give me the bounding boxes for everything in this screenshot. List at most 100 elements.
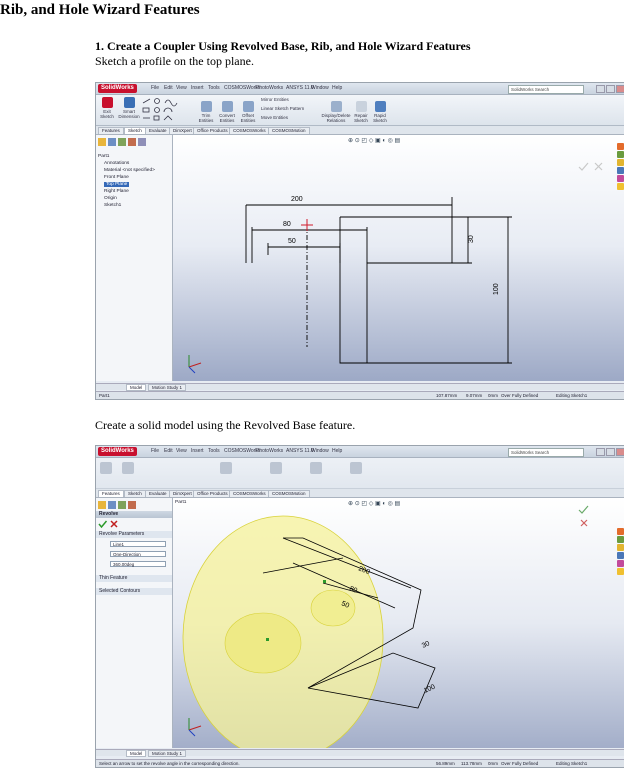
menu-window[interactable]: Window: [311, 448, 329, 454]
maximize-button[interactable]: [606, 85, 615, 93]
menu-ansys[interactable]: ANSYS 11.0: [286, 448, 314, 454]
thin-feature-section[interactable]: Thin Feature: [96, 575, 172, 582]
menu-help[interactable]: Help: [332, 85, 342, 91]
status-y: 9.07mm: [466, 393, 483, 398]
status-z: 0mm: [488, 761, 498, 766]
tab-features[interactable]: Features: [98, 127, 124, 134]
revolve-parameters-section[interactable]: Revolve Parameters: [96, 531, 172, 538]
tree-item-origin[interactable]: Origin: [98, 195, 155, 202]
status-filename: Part1: [99, 393, 110, 398]
tree-item-annotations[interactable]: Annotations: [98, 160, 155, 167]
tab-office-products[interactable]: Office Products: [193, 127, 232, 134]
status-message: Select an arrow to set the revolve angle…: [99, 761, 240, 766]
smart-dimension-button[interactable]: Smart Dimension: [118, 97, 140, 119]
menu-view[interactable]: View: [176, 85, 187, 91]
axis-of-revolution-field[interactable]: Line1: [110, 541, 166, 547]
rapid-sketch-button[interactable]: Rapid Sketch: [371, 101, 389, 123]
graphics-area[interactable]: ⊕ ⊙ ◰ ◇ ▣ ◐ ◎ ▤ 200 80 50 30 100: [173, 135, 624, 381]
menu-insert[interactable]: Insert: [191, 448, 204, 454]
tab-motion-study[interactable]: Motion Study 1: [148, 750, 187, 757]
search-input[interactable]: SolidWorks Search: [508, 85, 584, 94]
tree-item-right-plane[interactable]: Right Plane: [98, 188, 155, 195]
exit-sketch-button[interactable]: Exit Sketch: [98, 97, 116, 119]
status-bar: Part1 107.87mm 9.07mm 0mm Over Fully Def…: [96, 391, 624, 399]
menu-edit[interactable]: Edit: [164, 85, 173, 91]
convert-entities-button[interactable]: Convert Entities: [216, 101, 238, 123]
tab-cosmosmotion[interactable]: COSMOSMotion: [268, 127, 310, 134]
menu-window[interactable]: Window: [311, 85, 329, 91]
menu-view[interactable]: View: [176, 448, 187, 454]
title-bar: SolidWorks File Edit View Insert Tools C…: [96, 446, 624, 458]
menu-cosmosworks[interactable]: COSMOSWorks: [224, 448, 260, 454]
offset-entities-button[interactable]: Offset Entities: [238, 101, 258, 123]
tree-item-material[interactable]: Material <not specified>: [98, 167, 155, 174]
maximize-button[interactable]: [606, 448, 615, 456]
status-z: 0mm: [488, 393, 498, 398]
search-input[interactable]: SolidWorks Search: [508, 448, 584, 457]
tab-cosmosmotion[interactable]: COSMOSMotion: [268, 490, 310, 497]
menu-edit[interactable]: Edit: [164, 448, 173, 454]
menu-tools[interactable]: Tools: [208, 85, 220, 91]
tab-dimxpert[interactable]: DimXpert: [169, 490, 196, 497]
revolve-preview[interactable]: 200 80 50 30 100: [173, 498, 624, 748]
dim-50-label[interactable]: 50: [288, 238, 296, 245]
tab-cosmosworks[interactable]: COSMOSWorks: [229, 490, 270, 497]
minimize-button[interactable]: [596, 448, 605, 456]
dimension-icon: [123, 97, 135, 108]
tab-evaluate[interactable]: Evaluate: [145, 490, 171, 497]
tab-dimxpert[interactable]: DimXpert: [169, 127, 196, 134]
repair-sketch-button[interactable]: Repair Sketch: [352, 101, 370, 123]
menu-file[interactable]: File: [151, 85, 159, 91]
menu-help[interactable]: Help: [332, 448, 342, 454]
tab-sketch[interactable]: Sketch: [124, 127, 146, 134]
revolve-type-select[interactable]: One-Direction: [110, 551, 166, 557]
tab-office-products[interactable]: Office Products: [193, 490, 232, 497]
move-entities-button[interactable]: Move Entities: [261, 115, 316, 120]
menu-photoworks[interactable]: PhotoWorks: [256, 85, 283, 91]
sketch-tools-icons[interactable]: [141, 97, 196, 123]
dim-100-label[interactable]: 100: [423, 683, 437, 694]
tree-item-front-plane[interactable]: Front Plane: [98, 174, 155, 181]
close-button[interactable]: [616, 85, 624, 93]
dim-30-label[interactable]: 30: [421, 640, 431, 650]
tab-features[interactable]: Features: [98, 490, 124, 497]
tab-motion-study[interactable]: Motion Study 1: [148, 384, 187, 391]
menu-file[interactable]: File: [151, 448, 159, 454]
menu-ansys[interactable]: ANSYS 11.0: [286, 85, 314, 91]
tab-cosmosworks[interactable]: COSMOSWorks: [229, 127, 270, 134]
convert-icon: [221, 101, 233, 112]
trim-entities-button[interactable]: Trim Entities: [196, 101, 216, 123]
tab-model[interactable]: Model: [126, 750, 147, 757]
mirror-entities-button[interactable]: Mirror Entities: [261, 97, 316, 102]
menu-photoworks[interactable]: PhotoWorks: [256, 448, 283, 454]
dim-200-label[interactable]: 200: [291, 196, 303, 203]
dim-80-label[interactable]: 80: [283, 221, 291, 228]
tab-model[interactable]: Model: [126, 384, 147, 391]
status-bar: Select an arrow to set the revolve angle…: [96, 759, 624, 767]
tab-evaluate[interactable]: Evaluate: [145, 127, 171, 134]
feature-manager-tabs-icons[interactable]: [98, 137, 170, 147]
tree-item-sketch1[interactable]: Sketch1: [98, 202, 155, 209]
ok-cancel-icons[interactable]: [98, 520, 128, 529]
sketch-profile[interactable]: 200 80 50 30 100: [173, 135, 624, 381]
selected-contours-section[interactable]: Selected Contours: [96, 588, 172, 595]
tree-item-top-plane[interactable]: Top Plane: [104, 182, 130, 187]
linear-pattern-button[interactable]: Linear Sketch Pattern: [261, 106, 321, 111]
tree-item-part[interactable]: Part1: [98, 153, 155, 160]
feature-tools-icons[interactable]: [100, 462, 380, 484]
menu-insert[interactable]: Insert: [191, 85, 204, 91]
menu-cosmosworks[interactable]: COSMOSWorks: [224, 85, 260, 91]
graphics-area[interactable]: Part1 ⊕ ⊙ ◰ ◇ ▣ ◐ ◎ ▤ 200 80 50 30 100: [173, 498, 624, 748]
display-relations-button[interactable]: Display/Delete Relations: [321, 101, 351, 123]
status-x: 107.87mm: [436, 393, 458, 398]
tab-sketch[interactable]: Sketch: [124, 490, 146, 497]
axis-triad-icon: [188, 718, 202, 737]
panel-tabs-icons[interactable]: [98, 500, 170, 510]
menu-tools[interactable]: Tools: [208, 448, 220, 454]
feature-tree: Part1 Annotations Material <not specifie…: [98, 153, 155, 209]
revolve-angle-input[interactable]: 360.00deg: [110, 561, 166, 567]
close-button[interactable]: [616, 448, 624, 456]
dim-100-label[interactable]: 100: [493, 283, 500, 295]
dim-30-label[interactable]: 30: [468, 235, 475, 243]
minimize-button[interactable]: [596, 85, 605, 93]
